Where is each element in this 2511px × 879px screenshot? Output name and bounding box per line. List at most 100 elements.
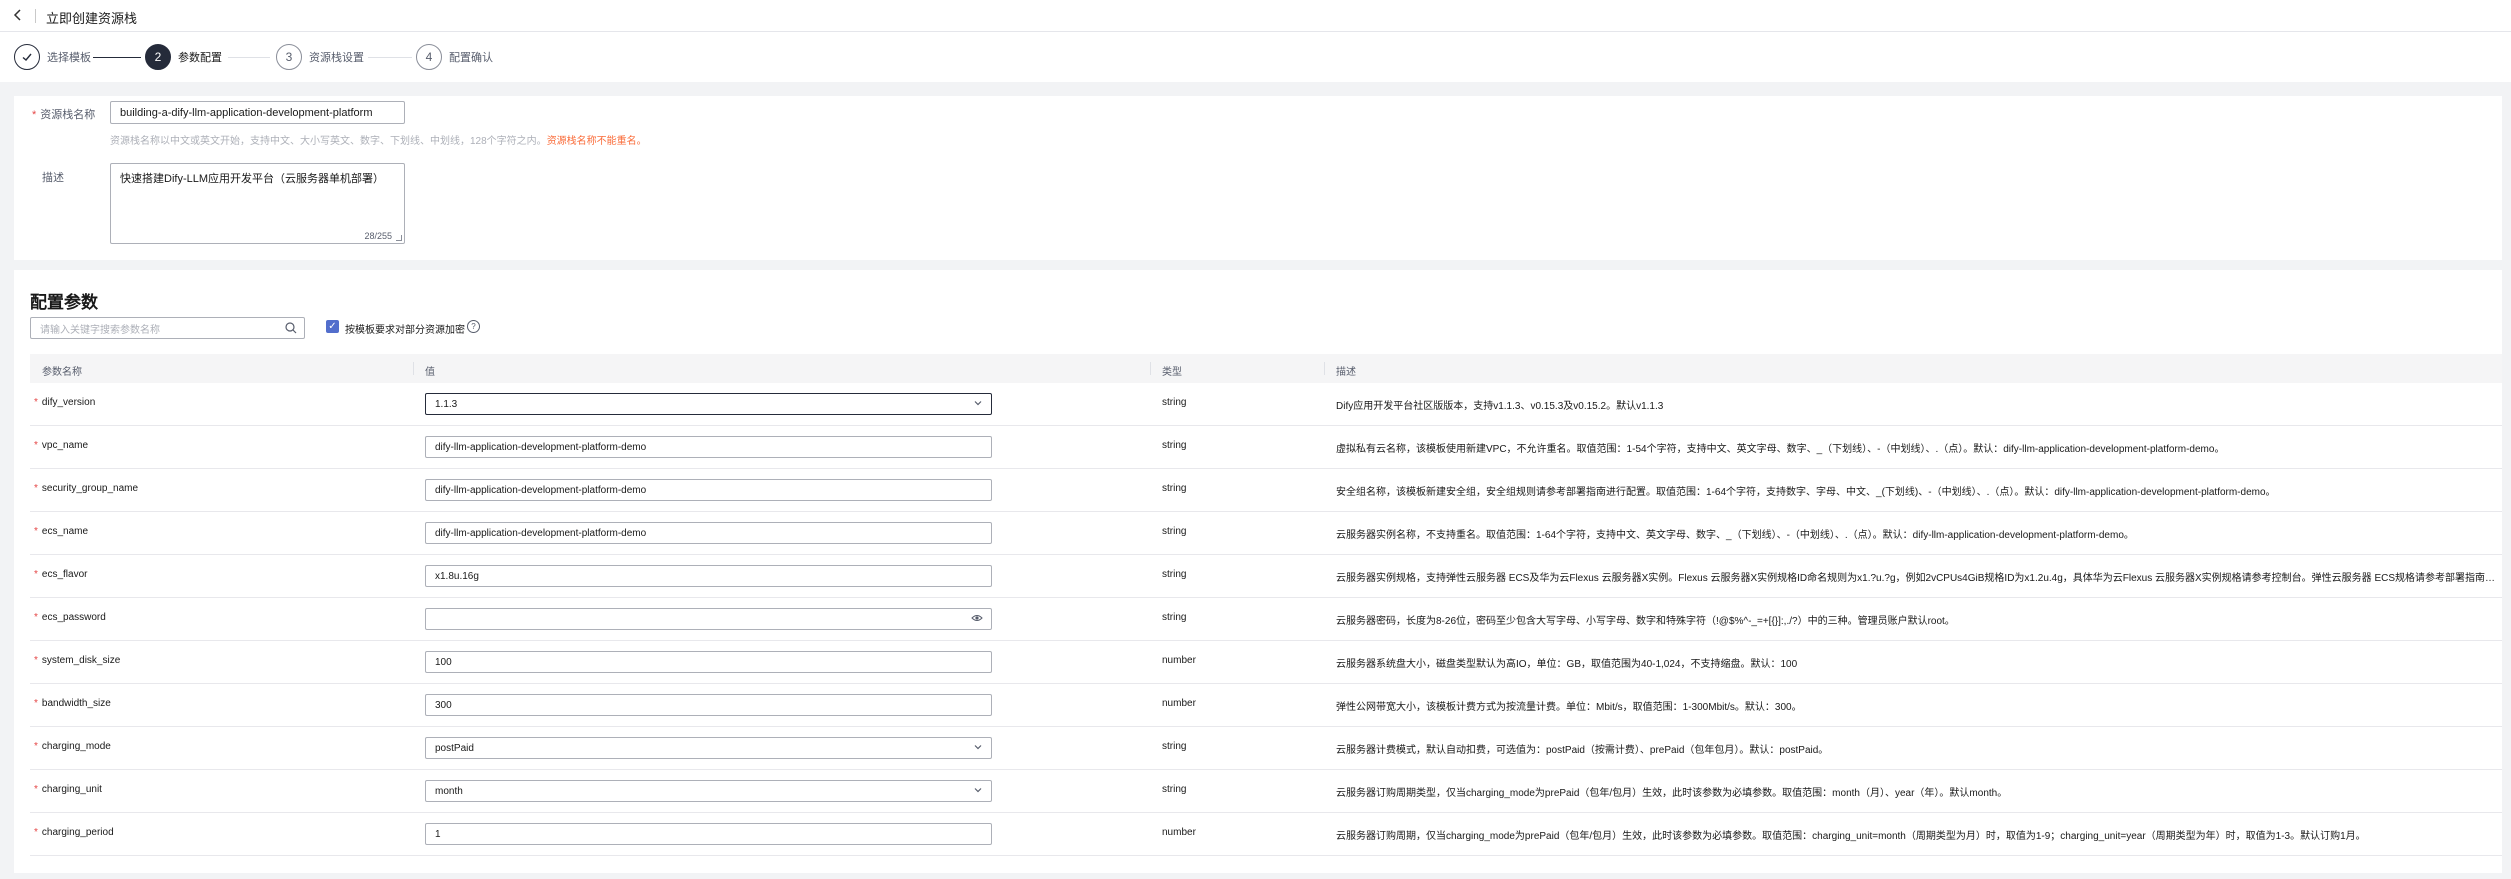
param-value: dify-llm-application-development-platfor… bbox=[435, 484, 647, 496]
step-label: 配置确认 bbox=[449, 52, 493, 64]
encrypt-checkbox[interactable]: ✓ bbox=[326, 320, 339, 333]
col-value: 值 bbox=[425, 367, 435, 378]
table-row: * ecs_password string 云服务器密码，长度为8-26位，密码至少包… bbox=[30, 598, 2502, 641]
help-icon[interactable]: ? bbox=[467, 320, 480, 333]
param-description: 虚拟私有云名称，该模板使用新建VPC，不允许重名。取值范围：1-54个字符，支持… bbox=[1336, 444, 2225, 455]
table-row: * charging_mode postPaid string 云服务器计费模式，默认自… bbox=[30, 727, 2502, 770]
param-name: * dify_version bbox=[34, 397, 96, 408]
param-description: 云服务器实例规格，支持弹性云服务器 ECS及华为云Flexus 云服务器X实例。… bbox=[1336, 573, 2502, 584]
col-description: 描述 bbox=[1336, 367, 1356, 378]
param-description: 云服务器系统盘大小，磁盘类型默认为高IO，单位：GB，取值范围为40-1,024… bbox=[1336, 659, 1798, 670]
step-connector bbox=[368, 57, 412, 58]
search-placeholder: 请输入关键字搜索参数名称 bbox=[40, 324, 160, 336]
param-value-input[interactable]: dify-llm-application-development-platfor… bbox=[425, 522, 992, 544]
param-value-input[interactable]: 100 bbox=[425, 651, 992, 673]
step-param-config: 2 参数配置 bbox=[145, 44, 222, 70]
title-divider bbox=[35, 9, 36, 23]
param-name: * vpc_name bbox=[34, 440, 89, 451]
step-number: 3 bbox=[276, 44, 302, 70]
param-value-input[interactable]: x1.8u.16g bbox=[425, 565, 992, 587]
description-textarea[interactable]: 快速搭建Dify-LLM应用开发平台（云服务器单机部署） 28/255 bbox=[110, 163, 405, 244]
table-row: * dify_version 1.1.3 string Dify应用开发平台社区版版本，… bbox=[30, 383, 2502, 426]
param-name: * ecs_name bbox=[34, 526, 89, 537]
table-row: * system_disk_size 100 number 云服务器系统盘大小，磁盘类型… bbox=[30, 641, 2502, 684]
param-value-select[interactable]: postPaid bbox=[425, 737, 992, 759]
param-value: postPaid bbox=[435, 742, 474, 754]
stepper: 选择模板 2 参数配置 3 资源栈设置 4 配置确认 bbox=[0, 32, 2511, 82]
param-value-select[interactable]: month bbox=[425, 780, 992, 802]
param-type: string bbox=[1162, 784, 1187, 795]
param-name: * bandwidth_size bbox=[34, 698, 111, 709]
param-type: string bbox=[1162, 483, 1187, 494]
param-type: string bbox=[1162, 741, 1187, 752]
section-title: 配置参数 bbox=[30, 293, 98, 312]
param-type: string bbox=[1162, 526, 1187, 537]
eye-icon[interactable] bbox=[971, 613, 983, 626]
param-value: month bbox=[435, 785, 463, 797]
resize-handle-icon[interactable] bbox=[396, 235, 402, 241]
table-row: * vpc_name dify-llm-application-developmen… bbox=[30, 426, 2502, 469]
basic-info-card: * 资源栈名称 building-a-dify-llm-application-d… bbox=[14, 96, 2502, 260]
table-row: * ecs_flavor x1.8u.16g string 云服务器实例规格，支持弹性云… bbox=[30, 555, 2502, 598]
table-row: * ecs_name dify-llm-application-developmen… bbox=[30, 512, 2502, 555]
stack-name-input[interactable]: building-a-dify-llm-application-developm… bbox=[110, 101, 405, 124]
param-name: * ecs_password bbox=[34, 612, 106, 623]
param-name: * security_group_name bbox=[34, 483, 139, 494]
step-select-template[interactable]: 选择模板 bbox=[14, 44, 91, 70]
back-arrow-icon[interactable] bbox=[10, 7, 26, 23]
param-value: x1.8u.16g bbox=[435, 570, 479, 582]
step-label: 选择模板 bbox=[47, 52, 91, 64]
description-text: 快速搭建Dify-LLM应用开发平台（云服务器单机部署） bbox=[120, 173, 385, 185]
top-bar: 立即创建资源栈 bbox=[0, 0, 2511, 32]
step-number: 2 bbox=[145, 44, 171, 70]
param-type: number bbox=[1162, 655, 1196, 666]
chevron-down-icon[interactable] bbox=[973, 398, 983, 411]
char-counter: 28/255 bbox=[364, 231, 392, 241]
param-description: 弹性公网带宽大小，该模板计费方式为按流量计费。单位：Mbit/s，取值范围：1-… bbox=[1336, 702, 1802, 713]
param-value-input[interactable]: 1 bbox=[425, 823, 992, 845]
stack-name-hint: 资源栈名称以中文或英文开始，支持中文、大小写英文、数字、下划线、中划线，128个… bbox=[110, 136, 647, 147]
encrypt-checkbox-label: 按模板要求对部分资源加密 bbox=[345, 325, 465, 336]
table-row: * bandwidth_size 300 number 弹性公网带宽大小，该模板计费方式… bbox=[30, 684, 2502, 727]
chevron-down-icon[interactable] bbox=[973, 742, 983, 755]
search-icon[interactable] bbox=[284, 321, 298, 335]
param-type: string bbox=[1162, 397, 1187, 408]
param-value: 1.1.3 bbox=[435, 398, 458, 410]
col-type: 类型 bbox=[1162, 367, 1182, 378]
param-description: 安全组名称，该模板新建安全组，安全组规则请参考部署指南进行配置。取值范围：1-6… bbox=[1336, 487, 2276, 498]
page-title: 立即创建资源栈 bbox=[46, 11, 138, 26]
param-value-input[interactable]: dify-llm-application-development-platfor… bbox=[425, 436, 992, 458]
param-description: 云服务器密码，长度为8-26位，密码至少包含大写字母、小写字母、数字和特殊字符（… bbox=[1336, 616, 1955, 627]
step-confirm: 4 配置确认 bbox=[416, 44, 493, 70]
param-value-select[interactable]: 1.1.3 bbox=[425, 393, 992, 415]
param-type: number bbox=[1162, 827, 1196, 838]
param-value: dify-llm-application-development-platfor… bbox=[435, 527, 647, 539]
table-row: * charging_period 1 number 云服务器订购周期，仅当chargi… bbox=[30, 813, 2502, 856]
param-value: 300 bbox=[435, 699, 452, 711]
col-divider bbox=[1324, 362, 1325, 375]
param-name: * charging_mode bbox=[34, 741, 111, 752]
stack-name-label: * 资源栈名称 bbox=[32, 109, 96, 121]
check-icon bbox=[14, 44, 40, 70]
table-header: 参数名称 值 类型 描述 bbox=[30, 354, 2502, 383]
step-connector bbox=[93, 57, 141, 58]
step-label: 资源栈设置 bbox=[309, 52, 364, 64]
step-number: 4 bbox=[416, 44, 442, 70]
param-value: 100 bbox=[435, 656, 452, 668]
param-search-input[interactable]: 请输入关键字搜索参数名称 bbox=[30, 317, 305, 339]
chevron-down-icon[interactable] bbox=[973, 785, 983, 798]
description-label: 描述 bbox=[42, 172, 64, 184]
col-param-name: 参数名称 bbox=[42, 367, 82, 378]
param-description: 云服务器订购周期，仅当charging_mode为prePaid（包年/包月）生… bbox=[1336, 831, 2366, 842]
table-row: * charging_unit month string 云服务器订购周期类型，仅当ch… bbox=[30, 770, 2502, 813]
param-value-input[interactable]: dify-llm-application-development-platfor… bbox=[425, 479, 992, 501]
col-divider bbox=[413, 362, 414, 375]
step-stack-settings: 3 资源栈设置 bbox=[276, 44, 364, 70]
param-type: string bbox=[1162, 569, 1187, 580]
param-value-input[interactable]: 300 bbox=[425, 694, 992, 716]
param-name: * charging_period bbox=[34, 827, 114, 838]
param-password-input[interactable] bbox=[425, 608, 992, 630]
config-params-card: 配置参数 请输入关键字搜索参数名称 ✓ 按模板要求对部分资源加密 ? 参数名称 … bbox=[14, 270, 2502, 873]
param-description: 云服务器实例名称，不支持重名。取值范围：1-64个字符，支持中文、英文字母、数字… bbox=[1336, 530, 2134, 541]
param-type: number bbox=[1162, 698, 1196, 709]
